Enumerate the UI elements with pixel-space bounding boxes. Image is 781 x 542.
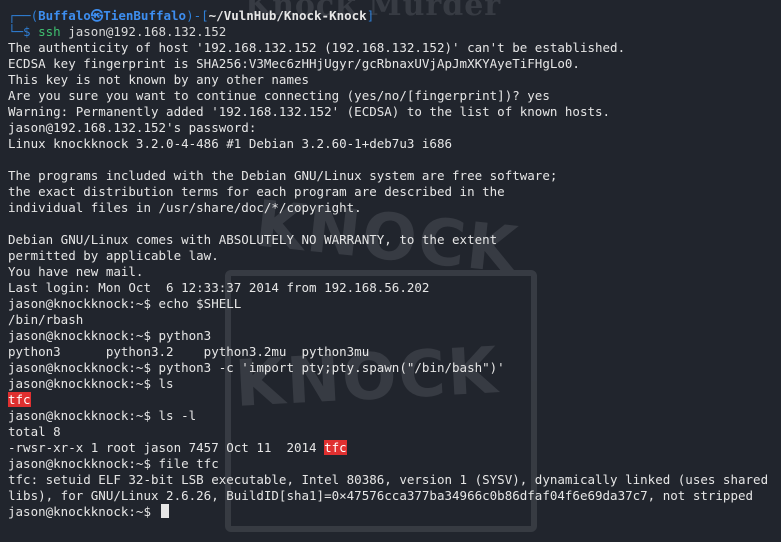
command-text: ls (158, 376, 174, 391)
remote-command-line: jason@knockknock:~$ python3 -c 'import p… (8, 360, 777, 376)
remote-command-line: jason@knockknock:~$ ls -l (8, 408, 777, 424)
prompt-corner-top: ┌──( (8, 8, 39, 23)
remote-prompt: jason@knockknock:~$ (8, 456, 159, 471)
terminal-output: ┌──(Buffalo㉿TienBuffalo)-[~/VulnHub/Knoc… (8, 8, 777, 520)
remote-prompt: jason@knockknock:~$ (8, 504, 159, 519)
file-listing: -rwsr-xr-x 1 root jason 7457 Oct 11 2014 (8, 440, 325, 455)
command-output: tfc (8, 392, 777, 408)
warranty-line: Debian GNU/Linux comes with ABSOLUTELY N… (8, 232, 498, 247)
remote-prompt: jason@knockknock:~$ (8, 296, 159, 311)
remote-command-line: jason@knockknock:~$ file tfc (8, 456, 777, 472)
output-line: ECDSA key fingerprint is SHA256:V3Mec6zH… (8, 56, 580, 71)
prompt-bracket: )-[ (186, 8, 209, 23)
remote-prompt: jason@knockknock:~$ (8, 328, 159, 343)
command-args: jason@192.168.132.152 (60, 24, 227, 39)
remote-prompt: jason@knockknock:~$ (8, 408, 159, 423)
highlighted-filename: tfc (324, 440, 347, 455)
command-output: /bin/rbash (8, 312, 84, 327)
output-line: This key is not known by any other names (8, 72, 310, 87)
active-command-line[interactable]: jason@knockknock:~$ (8, 504, 777, 520)
motd-line: The programs included with the Debian GN… (8, 168, 558, 183)
motd-line: individual files in /usr/share/doc/*/cop… (8, 200, 362, 215)
output-line: Warning: Permanently added '192.168.132.… (8, 104, 611, 119)
command-name: ssh (38, 24, 61, 39)
prompt-corner-bottom: └─$ (8, 24, 39, 39)
highlighted-filename: tfc (8, 392, 31, 407)
remote-prompt: jason@knockknock:~$ (8, 376, 159, 391)
command-output: tfc: setuid ELF 32-bit LSB executable, I… (8, 472, 776, 503)
last-login: Last login: Mon Oct 6 12:33:37 2014 from… (8, 280, 430, 295)
command-text: file tfc (158, 456, 219, 471)
terminal-window[interactable]: Knock Murder KNOCK KNOCK ┌──(Buffalo㉿Tie… (0, 0, 781, 542)
prompt-bracket-close: ] (366, 8, 375, 23)
output-line: Linux knockknock 3.2.0-4-486 #1 Debian 3… (8, 136, 453, 151)
command-output: total 8 (8, 424, 61, 439)
command-text: echo $SHELL (158, 296, 242, 311)
output-line: jason@192.168.132.152's password: (8, 120, 257, 135)
prompt-user-host: Buffalo㉿TienBuffalo (38, 8, 187, 23)
remote-command-line: jason@knockknock:~$ python3 (8, 328, 777, 344)
remote-prompt: jason@knockknock:~$ (8, 360, 159, 375)
local-prompt-header: ┌──(Buffalo㉿TienBuffalo)-[~/VulnHub/Knoc… (8, 8, 777, 24)
command-output: -rwsr-xr-x 1 root jason 7457 Oct 11 2014… (8, 440, 777, 456)
remote-command-line: jason@knockknock:~$ ls (8, 376, 777, 392)
command-text: ls -l (158, 408, 197, 423)
output-line: The authenticity of host '192.168.132.15… (8, 40, 626, 55)
text-cursor (160, 504, 169, 518)
command-text: python3 -c 'import pty;pty.spawn("/bin/b… (158, 360, 505, 375)
prompt-path: ~/VulnHub/Knock-Knock (208, 8, 367, 23)
remote-command-line: jason@knockknock:~$ echo $SHELL (8, 296, 777, 312)
local-command-line: └─$ ssh jason@192.168.132.152 (8, 24, 777, 40)
mail-notice: You have new mail. (8, 264, 144, 279)
output-line: Are you sure you want to continue connec… (8, 88, 550, 103)
command-output: python3 python3.2 python3.2mu python3mu (8, 344, 370, 359)
warranty-line: permitted by applicable law. (8, 248, 219, 263)
command-text: python3 (158, 328, 212, 343)
motd-line: the exact distribution terms for each pr… (8, 184, 505, 199)
